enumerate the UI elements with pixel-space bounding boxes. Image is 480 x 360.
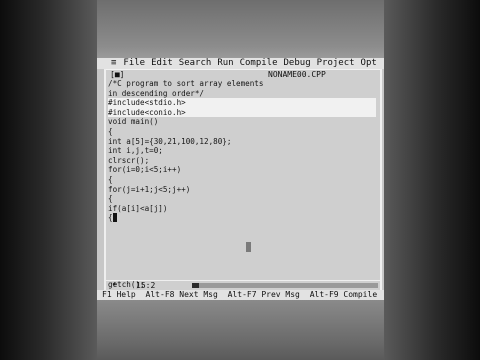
code-line: #include<stdio.h> xyxy=(108,98,376,108)
menu-file[interactable]: File xyxy=(123,58,145,68)
code-line: if(a[i]<a[j]) xyxy=(108,203,168,213)
code-line: { xyxy=(108,126,113,136)
close-box-icon[interactable]: [■] xyxy=(109,70,126,79)
background-top xyxy=(97,0,384,58)
system-menu-icon[interactable]: ≡ xyxy=(111,58,116,68)
text-cursor xyxy=(112,213,118,223)
editor-status-line: * 15:2 xyxy=(106,280,380,290)
code-line: int i,j,t=0; xyxy=(108,146,163,156)
menu-search[interactable]: Search xyxy=(179,58,212,68)
editor-window: [■] NONAME00.CPP /*C program to sort arr… xyxy=(104,69,382,299)
hint-next-msg[interactable]: Alt-F8 Next Msg xyxy=(146,290,218,299)
code-line: { xyxy=(108,174,113,184)
code-line: /*C program to sort array elements xyxy=(108,79,264,88)
code-line: void main() xyxy=(108,117,159,127)
background-bottom xyxy=(97,300,384,360)
code-line: for(i=0;i<5;i++) xyxy=(108,165,182,175)
hint-help[interactable]: F1 Help xyxy=(102,290,136,299)
menu-edit[interactable]: Edit xyxy=(151,58,173,68)
code-area[interactable]: /*C program to sort array elements in des… xyxy=(108,79,376,300)
menu-run[interactable]: Run xyxy=(217,58,233,68)
code-line: { xyxy=(108,194,113,204)
code-line: in descending order*/ xyxy=(108,88,205,98)
turbo-c-screen: ≡ File Edit Search Run Compile Debug Project Opt… xyxy=(97,58,384,300)
video-border-right xyxy=(384,0,480,360)
hint-bar: F1 Help Alt-F8 Next Msg Alt-F7 Prev Msg … xyxy=(97,290,384,300)
menu-debug[interactable]: Debug xyxy=(284,58,311,68)
cursor-position: 15:2 xyxy=(136,281,156,290)
code-line: clrscr(); xyxy=(108,155,150,165)
horizontal-scroll-thumb[interactable] xyxy=(192,283,199,288)
video-border-left xyxy=(0,0,97,360)
code-line: #include<conio.h> xyxy=(108,107,376,118)
menu-compile[interactable]: Compile xyxy=(240,58,278,68)
editor-filename: NONAME00.CPP xyxy=(266,70,328,79)
text-cursor-block xyxy=(246,242,251,252)
menu-bar: ≡ File Edit Search Run Compile Debug Project Opt xyxy=(97,58,384,69)
modified-indicator: * xyxy=(112,281,117,290)
menu-project[interactable]: Project xyxy=(317,58,355,68)
hint-prev-msg[interactable]: Alt-F7 Prev Msg xyxy=(228,290,300,299)
code-line: { xyxy=(108,213,376,223)
horizontal-scrollbar[interactable] xyxy=(192,283,378,288)
editor-title-bar: [■] NONAME00.CPP xyxy=(106,69,380,79)
code-line: int a[5]={30,21,100,12,80}; xyxy=(108,136,232,146)
menu-options[interactable]: Opt xyxy=(361,58,377,68)
hint-compile[interactable]: Alt-F9 Compile xyxy=(310,290,377,299)
code-line: for(j=i+1;j<5;j++) xyxy=(108,184,191,194)
